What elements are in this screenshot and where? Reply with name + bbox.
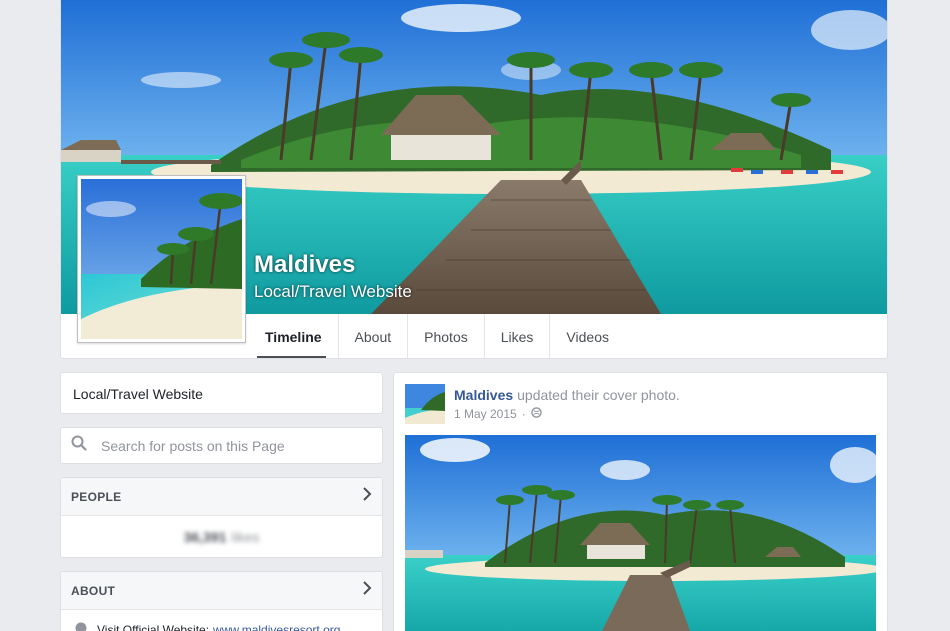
people-section: PEOPLE 36,391 likes <box>60 477 383 558</box>
profile-picture-image <box>81 179 242 339</box>
post-date[interactable]: 1 May 2015 <box>454 407 517 421</box>
about-title: ABOUT <box>71 583 116 598</box>
people-header[interactable]: PEOPLE <box>61 478 382 516</box>
page-search <box>60 427 383 464</box>
page-category: Local/Travel Website <box>254 282 412 301</box>
website-link[interactable]: www.maldivesresort.org <box>213 623 340 631</box>
search-posts-input[interactable] <box>101 437 361 454</box>
search-icon <box>71 435 91 456</box>
page-tabs: Timeline About Photos Likes Videos <box>249 314 625 358</box>
about-section: ABOUT Visit Official Website: www.maldiv… <box>60 571 383 631</box>
post-photo <box>405 435 876 631</box>
tab-photos[interactable]: Photos <box>408 314 485 358</box>
category-text: Local/Travel Website <box>73 386 203 402</box>
likes-count: 36,391 <box>183 529 227 545</box>
profile-picture[interactable] <box>77 175 246 343</box>
website-prefix: Visit Official Website: <box>97 622 210 631</box>
post-meta: 1 May 2015 · <box>454 407 542 421</box>
page-category-box: Local/Travel Website <box>60 372 383 414</box>
post-author-name[interactable]: Maldives <box>454 387 513 403</box>
chevron-right-icon[interactable] <box>362 581 372 600</box>
website-row: Visit Official Website: www.maldivesreso… <box>61 610 382 631</box>
about-header[interactable]: ABOUT <box>61 572 382 610</box>
tab-timeline[interactable]: Timeline <box>249 314 338 358</box>
chevron-right-icon[interactable] <box>362 487 372 506</box>
page-name[interactable]: Maldives <box>254 251 355 279</box>
timeline-post: Maldives updated their cover photo. 1 May… <box>393 372 888 631</box>
tab-about[interactable]: About <box>337 314 409 358</box>
globe-icon <box>75 622 87 631</box>
page-header: Maldives Local/Travel Website Timeline A… <box>60 0 888 359</box>
post-author-avatar[interactable] <box>405 384 445 424</box>
post-headline: Maldives updated their cover photo. <box>454 387 680 403</box>
tab-videos[interactable]: Videos <box>550 314 625 358</box>
likes-label: likes <box>231 529 260 545</box>
people-title: PEOPLE <box>71 489 122 504</box>
meta-separator: · <box>521 407 526 421</box>
post-action: updated their cover photo. <box>517 387 680 403</box>
tab-likes[interactable]: Likes <box>485 314 551 358</box>
likes-count-row: 36,391 likes <box>61 516 382 558</box>
globe-icon[interactable] <box>530 407 542 421</box>
post-cover-image[interactable] <box>405 435 876 631</box>
